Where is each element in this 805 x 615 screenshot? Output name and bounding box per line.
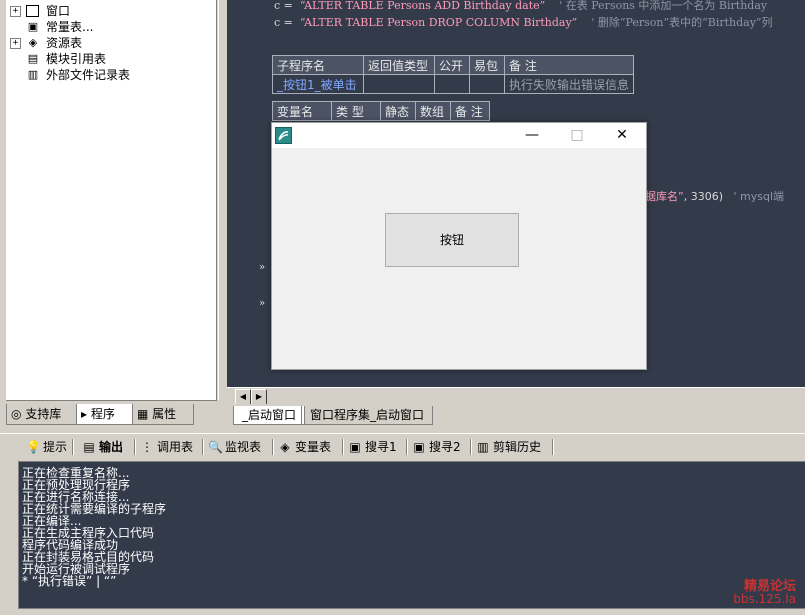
tree-item-label: 窗口	[46, 4, 71, 18]
tab-label: _启动窗口	[242, 408, 297, 422]
window-icon	[26, 5, 39, 17]
subroutine-name-cell[interactable]: _按钮1_被单击	[272, 74, 364, 94]
tab-label: 窗口程序集_启动窗口	[310, 408, 425, 422]
code-string: 据库名”	[645, 190, 684, 203]
tab-startup-window[interactable]: _启动窗口	[233, 406, 306, 425]
tab-label: 剪辑历史	[493, 440, 542, 454]
expand-icon[interactable]: +	[10, 38, 21, 49]
resource-icon: ◈	[28, 36, 38, 49]
table-cell[interactable]	[469, 74, 505, 94]
program-icon: ▸	[81, 407, 88, 421]
search2-icon: ▣	[413, 440, 425, 454]
output-line: * “执行错误” | “”	[22, 574, 117, 588]
project-tree[interactable]: + 窗口 ▣ 常量表... + ◈ 资源表 ▤ 模块引用表 ▥ 外部文件记录表	[6, 0, 217, 401]
code-line[interactable]: c = “ALTER TABLE Persons ADD Birthday da…	[274, 0, 767, 13]
code-horizontal-scrollbar[interactable]: ◀ ▶	[227, 387, 805, 405]
callstack-icon: ⋮	[141, 440, 153, 454]
table-cell[interactable]: 执行失败输出错误信息	[503, 74, 635, 94]
tab-label: 监视表	[225, 440, 262, 454]
tab-clipboard-history[interactable]: ▥ 剪辑历史	[476, 438, 541, 456]
table-header: 公开	[434, 55, 470, 75]
tab-label: 搜寻1	[365, 440, 397, 454]
code-string: “ALTER TABLE Persons ADD Birthday date”	[299, 0, 546, 12]
watermark-url: bbs.125.la	[733, 592, 796, 606]
tab-search2[interactable]: ▣ 搜寻2	[412, 438, 461, 456]
table-header: 变量名	[272, 101, 332, 121]
table-header: 返回值类型	[363, 55, 435, 75]
table-header: 子程序名	[272, 55, 364, 75]
output-pane[interactable]: 正在检查重复名称... 正在预处理现行程序 正在进行名称连接... 正在统计需要…	[18, 461, 805, 609]
tree-item-label: 资源表	[46, 36, 83, 50]
table-header: 易包	[469, 55, 505, 75]
tab-watch[interactable]: 🔍 监视表	[208, 438, 261, 456]
table-header: 静态	[380, 101, 416, 121]
code-line[interactable]: 据库名”, 3306) ' mysql端	[645, 188, 784, 204]
tab-label: 属性	[152, 407, 177, 421]
scroll-right-icon[interactable]: ▶	[251, 389, 267, 405]
tab-label: 程序	[90, 407, 115, 421]
code-line[interactable]: c = “ALTER TABLE Person DROP COLUMN Birt…	[274, 14, 773, 30]
hint-icon: 💡	[26, 440, 41, 454]
tab-support-library[interactable]: ◎ 支持库	[6, 404, 78, 425]
table-header: 数组	[415, 101, 451, 121]
button-1[interactable]: 按钮	[385, 213, 519, 267]
running-window[interactable]: — □ ✕ 按钮	[271, 122, 647, 370]
table-header: 备 注	[450, 101, 490, 121]
watermark: 精易论坛 bbs.125.la	[733, 580, 796, 606]
expand-icon[interactable]: +	[10, 6, 21, 17]
code-args: , 3306)	[683, 190, 723, 203]
tab-hint[interactable]: 💡 提示	[26, 438, 67, 456]
code-prefix: c =	[274, 0, 293, 12]
tab-program[interactable]: ▸ 程序	[76, 404, 134, 425]
tree-scrollbar[interactable]	[218, 0, 227, 400]
code-string: “ALTER TABLE Person DROP COLUMN Birthday…	[299, 16, 578, 29]
document-tabs: _启动窗口 窗口程序集_启动窗口	[227, 404, 805, 426]
line-marker-icon[interactable]: »	[259, 298, 265, 309]
maximize-icon[interactable]: □	[555, 123, 599, 148]
constants-icon: ▣	[27, 20, 39, 33]
tree-item-label: 常量表...	[46, 20, 94, 34]
tab-call-stack[interactable]: ⋮ 调用表	[140, 438, 193, 456]
table-header: 备 注	[503, 55, 635, 75]
properties-icon: ▦	[137, 407, 149, 421]
variables-icon: ◈	[280, 440, 290, 454]
tab-label: 提示	[43, 440, 68, 454]
clipboard-history-icon: ▥	[477, 440, 489, 454]
watch-icon: 🔍	[208, 440, 223, 454]
output-icon: ▤	[83, 440, 95, 454]
table-header: 类 型	[331, 101, 381, 121]
tab-label: 调用表	[157, 440, 194, 454]
table-cell[interactable]	[363, 74, 435, 94]
code-comment: ' 删除“Person”表中的“Birthday”列	[591, 16, 773, 29]
table-cell[interactable]	[434, 74, 470, 94]
tree-item-label: 外部文件记录表	[46, 68, 131, 82]
variable-table: 变量名 类 型 静态 数组 备 注	[272, 101, 490, 121]
tab-label: 变量表	[295, 440, 332, 454]
app-icon	[275, 127, 292, 144]
scroll-left-icon[interactable]: ◀	[235, 389, 251, 405]
minimize-icon[interactable]: —	[510, 123, 554, 148]
output-toolbar: 💡 提示 ▤ 输出 ⋮ 调用表 🔍 监视表 ◈ 变量表 ▣ 搜寻1 ▣ 搜寻2 ▥ 剪辑历史	[0, 433, 805, 460]
file-record-icon: ▥	[27, 68, 39, 81]
tab-label: 搜寻2	[429, 440, 461, 454]
output-gutter: ✕ ▫	[0, 433, 12, 615]
window-titlebar[interactable]: — □ ✕	[272, 123, 646, 148]
module-icon: ▤	[27, 52, 39, 65]
code-comment: ' 在表 Persons 中添加一个名为 Birthday	[559, 0, 768, 12]
tab-output[interactable]: ▤ 输出	[82, 438, 123, 456]
tab-variables[interactable]: ◈ 变量表	[278, 438, 331, 456]
subroutine-table: 子程序名 返回值类型 公开 易包 备 注 _按钮1_被单击 执行失败输出错误信息	[272, 55, 635, 94]
tab-search1[interactable]: ▣ 搜寻1	[348, 438, 397, 456]
line-marker-icon[interactable]: »	[259, 262, 265, 273]
code-comment: ' mysql端	[733, 190, 784, 203]
tab-properties[interactable]: ▦ 属性	[132, 404, 194, 425]
search1-icon: ▣	[349, 440, 361, 454]
code-prefix: c =	[274, 16, 293, 29]
support-library-icon: ◎	[11, 407, 22, 421]
tree-item-label: 模块引用表	[46, 52, 107, 66]
close-icon[interactable]: ✕	[600, 123, 644, 148]
tab-label: 输出	[99, 440, 124, 454]
tab-label: 支持库	[25, 407, 62, 421]
tab-window-assembly[interactable]: 窗口程序集_启动窗口	[301, 406, 434, 425]
